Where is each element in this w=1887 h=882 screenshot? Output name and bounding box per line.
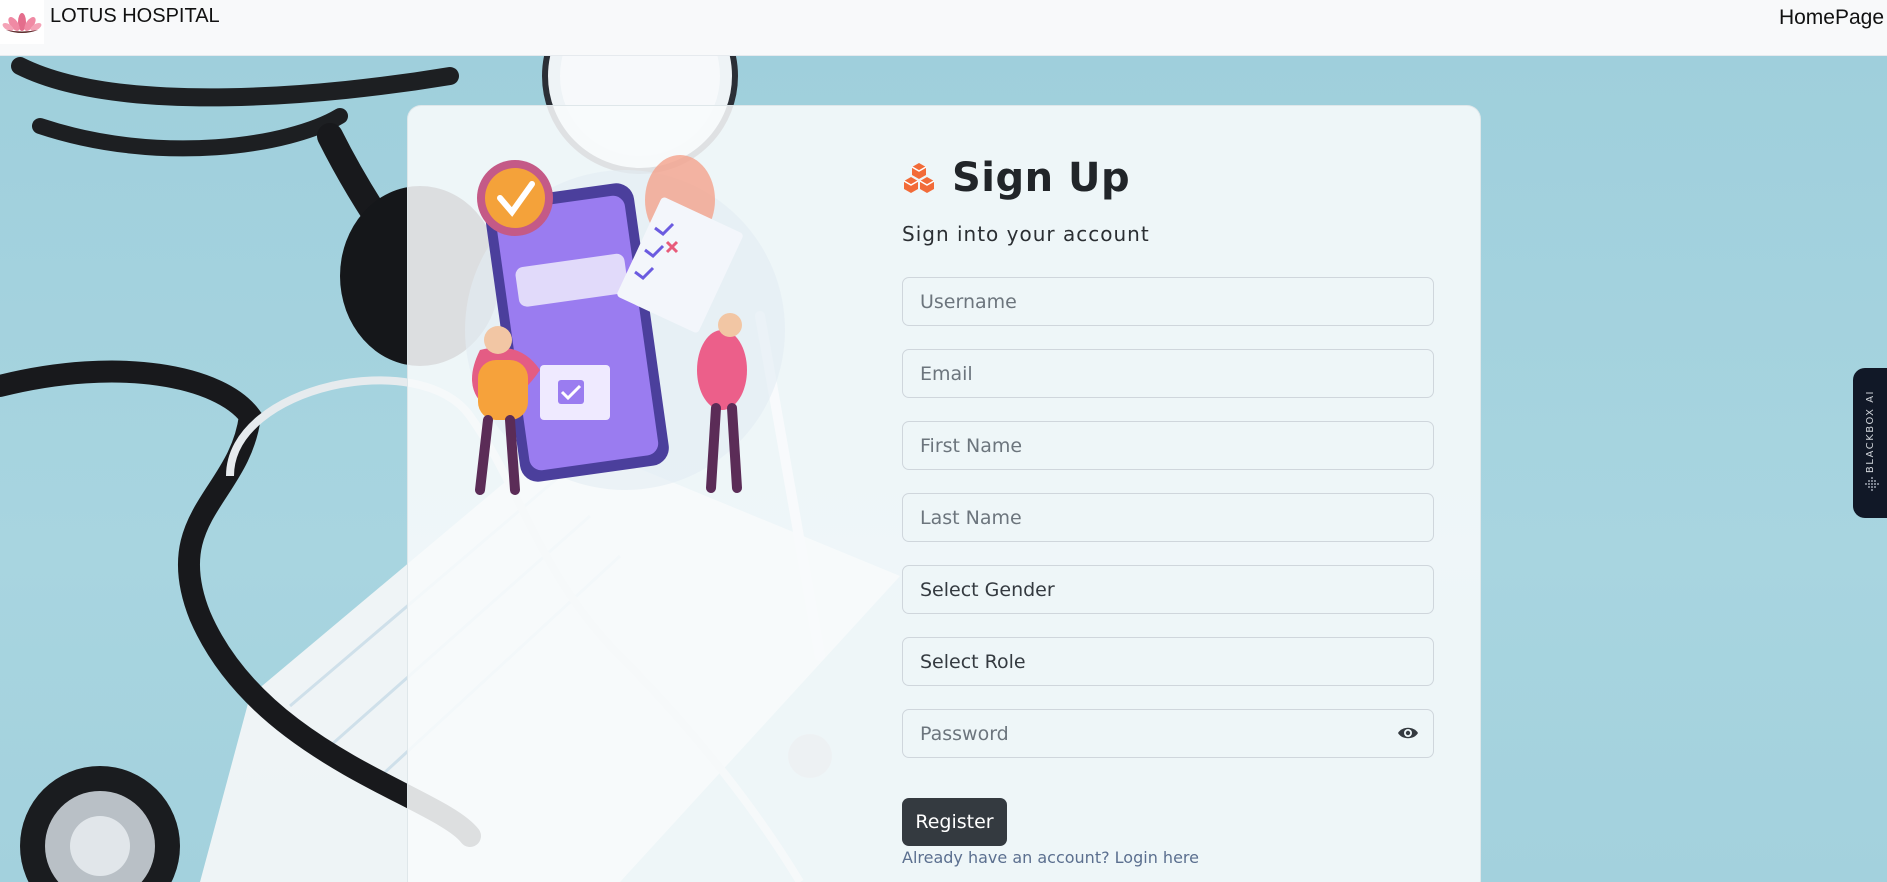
cubes-icon	[903, 163, 935, 193]
page-title: Sign Up	[952, 155, 1131, 201]
first-name-input[interactable]	[920, 422, 1416, 469]
login-link[interactable]: Already have an account? Login here	[902, 848, 1199, 867]
password-field[interactable]	[902, 709, 1434, 758]
first-name-field[interactable]	[902, 421, 1434, 470]
password-input[interactable]	[920, 710, 1416, 757]
gender-select-value: Select Gender	[920, 578, 1055, 601]
title-row: Sign Up	[902, 152, 1130, 204]
page-subtitle: Sign into your account	[902, 222, 1150, 246]
blackbox-ai-tab[interactable]: BLACKBOX AI	[1853, 368, 1887, 518]
signup-illustration	[440, 150, 810, 505]
gender-select[interactable]: Select Gender	[902, 565, 1434, 614]
last-name-field[interactable]	[902, 493, 1434, 542]
register-button[interactable]: Register	[902, 798, 1007, 846]
eye-icon[interactable]	[1397, 725, 1419, 741]
blackbox-ai-label: BLACKBOX AI	[1865, 390, 1876, 474]
lotus-logo-icon[interactable]	[0, 0, 44, 44]
email-field[interactable]	[902, 349, 1434, 398]
homepage-link[interactable]: HomePage	[1779, 6, 1884, 30]
brand-name[interactable]: LOTUS HOSPITAL	[50, 5, 220, 28]
dots-icon	[1865, 477, 1879, 491]
navbar: LOTUS HOSPITAL HomePage	[0, 0, 1887, 56]
username-field[interactable]	[902, 277, 1434, 326]
username-input[interactable]	[920, 278, 1416, 325]
role-select[interactable]: Select Role	[902, 637, 1434, 686]
role-select-value: Select Role	[920, 650, 1026, 673]
last-name-input[interactable]	[920, 494, 1416, 541]
email-input[interactable]	[920, 350, 1416, 397]
